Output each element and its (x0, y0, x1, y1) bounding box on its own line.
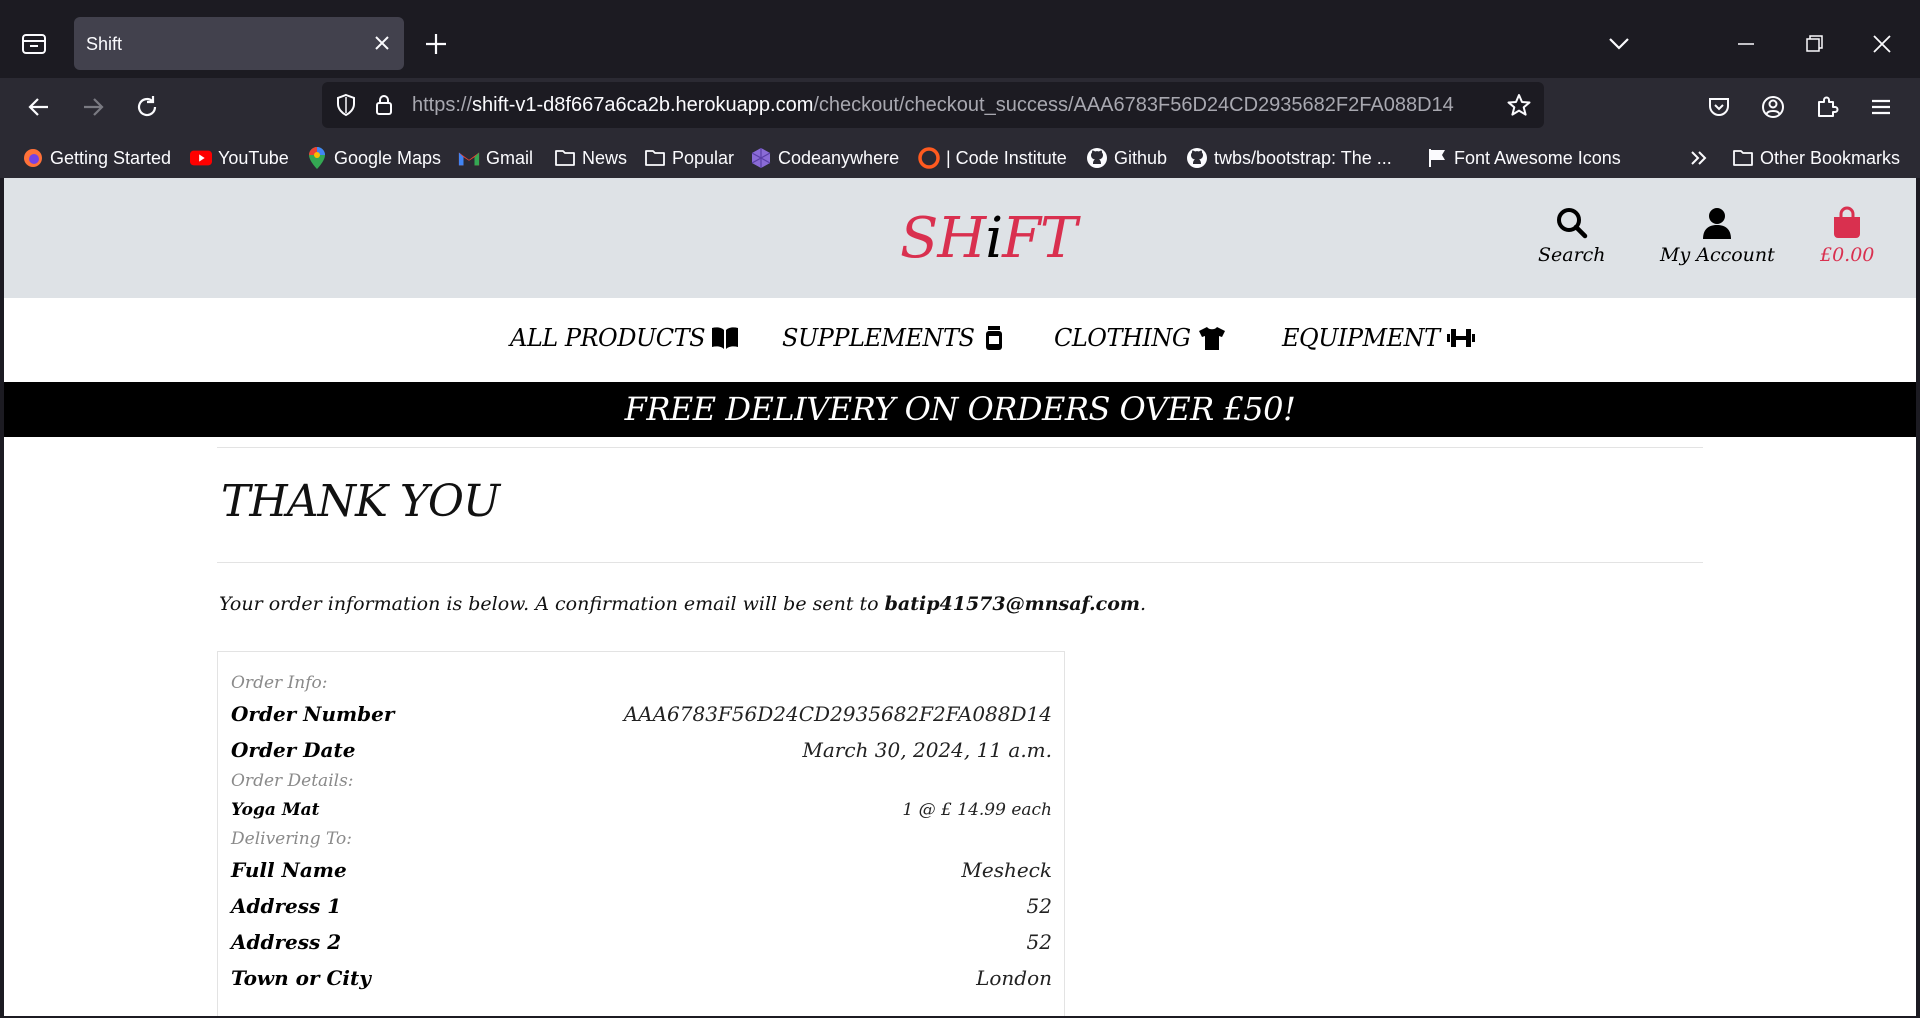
account-icon[interactable] (1758, 92, 1788, 122)
bookmark-folder-news[interactable]: News (554, 146, 627, 170)
nav-supplements[interactable]: SUPPLEMENTS (782, 324, 1008, 352)
divider (217, 562, 1703, 563)
other-bookmarks-folder[interactable]: Other Bookmarks (1732, 146, 1900, 170)
folder-icon (644, 147, 666, 169)
bookmarks-toolbar: Getting Started YouTube Google Maps Gmai… (0, 136, 1920, 178)
divider (217, 447, 1703, 448)
confirmation-email: batip41573@mnsaf.com (884, 593, 1140, 615)
close-window-icon[interactable] (1868, 30, 1896, 58)
site-header: SHiFT Search My Account £0.00 (4, 178, 1916, 298)
folder-icon (554, 147, 576, 169)
bookmark-folder-popular[interactable]: Popular (644, 146, 734, 170)
free-delivery-banner: FREE DELIVERY ON ORDERS OVER £50! (4, 382, 1916, 437)
font-awesome-icon (1426, 147, 1448, 169)
lock-icon[interactable] (372, 93, 396, 117)
pocket-icon[interactable] (1704, 92, 1734, 122)
page-viewport: SHiFT Search My Account £0.00 ALL PRODUC… (4, 178, 1916, 1016)
full-name-row: Full Name Mesheck (231, 858, 1052, 882)
bookmark-code-institute[interactable]: | Code Institute (918, 146, 1067, 170)
bookmark-font-awesome[interactable]: Font Awesome Icons (1426, 146, 1621, 170)
main-navigation: ALL PRODUCTS SUPPLEMENTS CLOTHING EQUIPM… (4, 298, 1916, 382)
user-icon (1700, 206, 1734, 240)
browser-tab-active[interactable]: Shift (74, 17, 404, 70)
address2-row: Address 2 52 (231, 930, 1052, 954)
bookmark-twbs-bootstrap[interactable]: twbs/bootstrap: The ... (1186, 146, 1392, 170)
google-maps-icon (306, 147, 328, 169)
tab-title: Shift (86, 34, 123, 54)
close-tab-icon[interactable] (372, 33, 392, 53)
code-institute-icon (918, 147, 940, 169)
search-icon (1555, 206, 1589, 240)
back-arrow-icon[interactable] (22, 90, 56, 124)
youtube-icon (190, 147, 212, 169)
bookmark-github[interactable]: Github (1086, 146, 1167, 170)
restore-window-icon[interactable] (1800, 30, 1828, 58)
shopping-bag-icon (1830, 206, 1864, 240)
firefox-icon (22, 147, 44, 169)
new-tab-icon[interactable] (422, 30, 450, 58)
folder-icon (1732, 147, 1754, 169)
order-number-row: Order Number AAA6783F56D24CD2935682F2FA0… (231, 702, 1052, 726)
bookmarks-overflow-chevron-icon[interactable] (1688, 146, 1710, 170)
order-intro-text: Your order information is below. A confi… (219, 593, 1147, 615)
order-details-label: Order Details: (231, 771, 354, 791)
bookmark-codeanywhere[interactable]: Codeanywhere (750, 146, 899, 170)
book-icon (711, 325, 739, 351)
bookmark-google-maps[interactable]: Google Maps (306, 146, 441, 170)
github-icon (1186, 147, 1208, 169)
forward-arrow-icon[interactable] (76, 90, 110, 124)
extensions-puzzle-icon[interactable] (1812, 92, 1842, 122)
chevron-down-icon[interactable] (1606, 32, 1632, 54)
order-line-item: Yoga Mat 1 @ £ 14.99 each (231, 800, 1052, 820)
checkout-success-content: THANK YOU Your order information is belo… (217, 447, 1703, 1016)
header-account-button[interactable]: My Account (1660, 206, 1775, 266)
browser-toolbar: https://shift-v1-d8f667a6ca2b.herokuapp.… (0, 78, 1920, 136)
order-date-row: Order Date March 30, 2024, 11 a.m. (231, 738, 1052, 762)
address1-row: Address 1 52 (231, 894, 1052, 918)
gmail-icon (458, 147, 480, 169)
delivering-to-label: Delivering To: (231, 829, 353, 849)
bookmark-getting-started[interactable]: Getting Started (22, 146, 171, 170)
town-row: Town or City London (231, 966, 1052, 990)
order-summary-card: Order Info: Order Number AAA6783F56D24CD… (217, 651, 1065, 1016)
site-logo[interactable]: SHiFT (900, 206, 1077, 271)
reload-icon[interactable] (130, 90, 164, 124)
page-title: THANK YOU (221, 476, 500, 527)
tshirt-icon (1197, 325, 1225, 351)
tracking-protection-shield-icon[interactable] (334, 93, 358, 117)
bookmark-youtube[interactable]: YouTube (190, 146, 289, 170)
bookmark-gmail[interactable]: Gmail (458, 146, 533, 170)
minimize-window-icon[interactable] (1732, 30, 1760, 58)
address-bar[interactable]: https://shift-v1-d8f667a6ca2b.herokuapp.… (322, 82, 1544, 128)
github-icon (1086, 147, 1108, 169)
nav-all-products[interactable]: ALL PRODUCTS (510, 324, 739, 352)
codeanywhere-icon (750, 147, 772, 169)
nav-clothing[interactable]: CLOTHING (1054, 324, 1225, 352)
list-all-tabs-icon[interactable] (16, 28, 52, 60)
order-info-label: Order Info: (231, 673, 328, 693)
browser-tab-bar: Shift (0, 0, 1920, 78)
nav-equipment[interactable]: EQUIPMENT (1282, 324, 1475, 352)
header-search-button[interactable]: Search (1538, 206, 1606, 266)
header-cart-button[interactable]: £0.00 (1820, 206, 1874, 266)
bookmark-star-icon[interactable] (1506, 92, 1532, 118)
menu-hamburger-icon[interactable] (1866, 92, 1896, 122)
dumbbell-icon (1446, 325, 1475, 351)
url-text[interactable]: https://shift-v1-d8f667a6ca2b.herokuapp.… (412, 94, 1454, 117)
supplement-jar-icon (980, 325, 1008, 351)
